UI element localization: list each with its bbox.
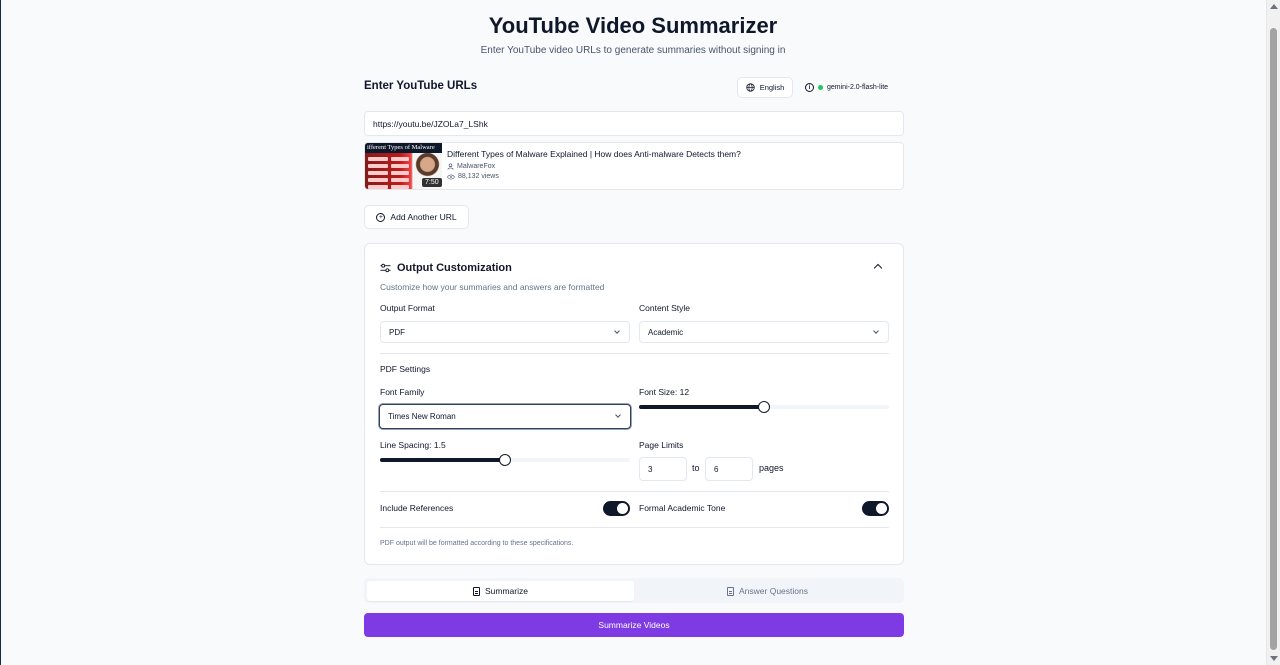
font-family-select[interactable]: Times New Roman [379, 404, 631, 429]
content-style-label: Content Style [639, 303, 691, 313]
content-style-value: Academic [648, 327, 684, 337]
page-title: YouTube Video Summarizer [488, 13, 778, 38]
output-format-select[interactable]: PDF [380, 321, 630, 343]
model-badge[interactable]: i gemini-2.0-flash-lite [800, 77, 904, 98]
output-format-label: Output Format [380, 303, 435, 313]
video-channel: MalwareFox [457, 163, 496, 170]
tab-answer-questions-label: Answer Questions [739, 586, 808, 596]
video-preview-card[interactable]: ifferent Types of Malware 7:50 Different… [364, 142, 904, 190]
pdf-settings-label: PDF Settings [380, 364, 431, 374]
model-name: gemini-2.0-flash-lite [827, 84, 889, 91]
formal-tone-label: Formal Academic Tone [639, 503, 726, 513]
line-spacing-slider[interactable] [380, 454, 630, 466]
user-icon [447, 163, 454, 170]
thumbnail-text: ifferent Types of Malware [365, 143, 442, 153]
collapse-chevron-icon[interactable] [873, 263, 883, 273]
divider [380, 491, 889, 492]
include-references-label: Include References [380, 503, 454, 513]
pages-unit-label: pages [759, 463, 784, 473]
document-icon [473, 586, 480, 596]
output-customization-card: Output Customization Customize how your … [364, 243, 904, 565]
tab-summarize-label: Summarize [485, 586, 528, 596]
language-label: English [759, 83, 785, 92]
font-family-label: Font Family [380, 387, 425, 397]
page-max-input[interactable] [705, 457, 753, 481]
eye-icon [447, 174, 455, 179]
line-spacing-label: Line Spacing: 1.5 [380, 440, 446, 450]
youtube-url-input[interactable] [364, 111, 904, 136]
mode-tabs: Summarize Answer Questions [364, 578, 904, 603]
tab-answer-questions[interactable]: Answer Questions [634, 581, 901, 601]
scrollbar-thumb[interactable] [1270, 28, 1277, 650]
video-channel-row: MalwareFox [447, 163, 495, 170]
scroll-up-arrow-icon[interactable] [1270, 4, 1278, 9]
page-min-input[interactable] [639, 457, 687, 481]
font-size-label: Font Size: 12 [639, 387, 690, 397]
info-icon[interactable]: i [805, 83, 814, 92]
customization-description: Customize how your summaries and answers… [380, 282, 605, 292]
content-style-select[interactable]: Academic [639, 321, 889, 343]
page-subtitle: Enter YouTube video URLs to generate sum… [480, 45, 786, 56]
summarize-videos-button[interactable]: Summarize Videos [364, 613, 904, 637]
slider-thumb[interactable] [499, 454, 511, 466]
add-url-label: Add Another URL [390, 212, 457, 222]
chevron-down-icon [614, 328, 620, 334]
question-document-icon [727, 586, 734, 596]
page-range-to: to [692, 463, 700, 473]
sliders-icon [380, 263, 391, 273]
summarize-videos-label: Summarize Videos [598, 620, 670, 630]
vertical-scrollbar[interactable] [1266, 0, 1280, 665]
formal-tone-toggle[interactable] [862, 501, 889, 516]
video-duration: 7:50 [422, 178, 442, 187]
customization-header[interactable]: Output Customization [380, 262, 512, 274]
font-family-value: Times New Roman [388, 412, 456, 421]
font-size-slider[interactable] [639, 401, 889, 413]
include-references-toggle[interactable] [603, 501, 630, 516]
pdf-note: PDF output will be formatted according t… [380, 540, 574, 547]
output-format-value: PDF [389, 327, 405, 337]
toggle-knob [876, 503, 887, 514]
language-button[interactable]: English [737, 77, 793, 98]
tab-summarize[interactable]: Summarize [367, 581, 634, 601]
video-thumbnail: ifferent Types of Malware 7:50 [365, 143, 442, 189]
video-views-row: 88,132 views [447, 173, 499, 180]
scroll-down-arrow-icon[interactable] [1270, 656, 1278, 661]
slider-fill [639, 405, 764, 409]
slider-thumb[interactable] [758, 401, 770, 413]
plus-circle-icon: + [376, 212, 386, 222]
chevron-down-icon [615, 412, 621, 418]
video-title: Different Types of Malware Explained | H… [447, 149, 741, 159]
divider [380, 527, 889, 528]
slider-fill [380, 458, 505, 462]
page-limits-label: Page Limits [639, 440, 684, 450]
toggle-knob [617, 503, 628, 514]
chevron-down-icon [873, 328, 879, 334]
divider [380, 353, 889, 354]
status-dot-icon [818, 85, 823, 90]
customization-title: Output Customization [397, 262, 512, 274]
video-views: 88,132 views [458, 173, 499, 180]
add-another-url-button[interactable]: + Add Another URL [364, 205, 469, 229]
urls-section-label: Enter YouTube URLs [364, 80, 478, 92]
globe-icon [746, 83, 755, 92]
